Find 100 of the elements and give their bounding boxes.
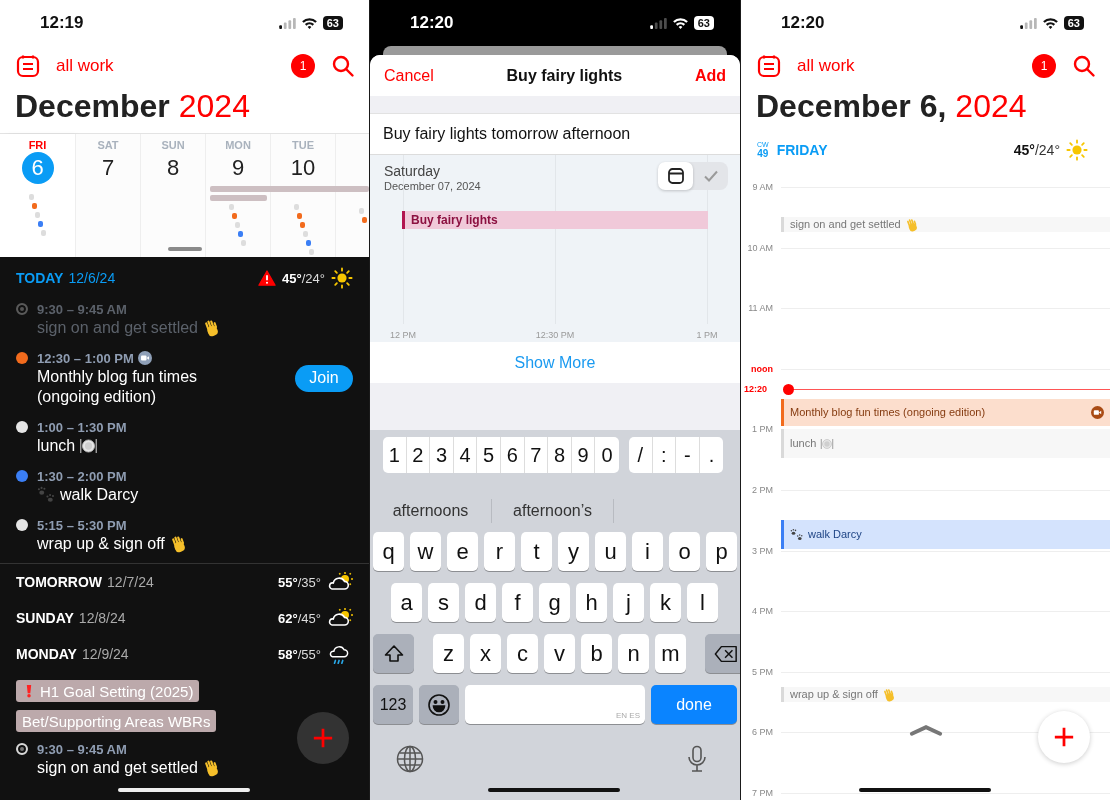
globe-icon[interactable]	[396, 745, 424, 773]
event-block[interactable]: wrap up & sign off	[781, 686, 1110, 703]
preview-date: December 07, 2024	[384, 180, 481, 192]
calendar-set-title[interactable]: all work	[56, 56, 291, 76]
input-field[interactable]: Buy fairy lights tomorrow afternoon	[370, 113, 740, 155]
key[interactable]: b	[581, 634, 612, 673]
key[interactable]: f	[502, 583, 533, 622]
calendar-list-icon[interactable]	[16, 54, 40, 78]
key[interactable]: u	[595, 532, 626, 571]
date-number: 9	[230, 154, 246, 182]
numbers-key[interactable]: 123	[373, 685, 413, 724]
event-mode-segment[interactable]	[658, 162, 693, 190]
key[interactable]: q	[373, 532, 404, 571]
status-time: 12:20	[410, 13, 455, 33]
day-date: 12/6/24	[68, 270, 116, 286]
event-title: lunch	[790, 437, 817, 451]
search-icon[interactable]	[1072, 54, 1096, 78]
event-block[interactable]: sign on and get settled	[781, 217, 1110, 233]
key[interactable]: 0	[595, 437, 619, 473]
delete-key[interactable]	[705, 634, 740, 673]
key[interactable]: y	[558, 532, 589, 571]
key[interactable]: z	[433, 634, 464, 673]
video-call-icon[interactable]	[137, 351, 152, 365]
add-button[interactable]: Add	[694, 66, 726, 85]
date-number: 7	[100, 154, 116, 182]
suggestion[interactable]: afternoon’s	[492, 499, 614, 523]
key[interactable]: d	[465, 583, 496, 622]
wifi-icon	[671, 17, 689, 29]
event-time: 9:30 – 9:45 AM	[37, 741, 127, 757]
date-number: 6	[21, 152, 54, 184]
key[interactable]: 2	[406, 437, 431, 473]
event-title: sign on and get settled	[37, 318, 198, 338]
day-date: 12/9/24	[81, 646, 129, 662]
cancel-button[interactable]: Cancel	[384, 66, 434, 85]
chevron-up-icon[interactable]	[909, 724, 943, 736]
drag-handle[interactable]	[168, 247, 202, 251]
key[interactable]: t	[521, 532, 552, 571]
key[interactable]: -	[676, 437, 700, 473]
key[interactable]: i	[632, 532, 663, 571]
key[interactable]: n	[618, 634, 649, 673]
hour-label: 2 PM	[751, 484, 773, 496]
key[interactable]: k	[650, 583, 681, 622]
notification-badge[interactable]: 1	[1032, 54, 1056, 78]
wifi-icon	[1041, 17, 1059, 29]
key[interactable]: 1	[383, 437, 407, 473]
key[interactable]: j	[613, 583, 644, 622]
key[interactable]: s	[428, 583, 459, 622]
key[interactable]: 5	[477, 437, 501, 473]
signal-icon	[649, 17, 667, 29]
weekday-title: FRIDAY	[776, 142, 828, 158]
suggestion[interactable]: afternoons	[370, 499, 492, 523]
mode-toggle[interactable]	[658, 162, 728, 190]
key[interactable]: o	[669, 532, 700, 571]
key[interactable]: h	[576, 583, 607, 622]
date-number: 8	[165, 154, 181, 182]
key[interactable]: g	[539, 583, 570, 622]
current-time-label: 12:20	[744, 383, 768, 395]
key[interactable]: r	[484, 532, 515, 571]
month-title: December	[15, 88, 170, 126]
key[interactable]: .	[699, 437, 724, 473]
key[interactable]: l	[687, 583, 718, 622]
shift-key[interactable]	[373, 634, 414, 673]
key[interactable]: 7	[524, 437, 549, 473]
status-time: 12:19	[40, 13, 85, 33]
key[interactable]: /	[628, 437, 653, 473]
key[interactable]: :	[652, 437, 677, 473]
event-title: wrap up & sign off	[790, 688, 878, 701]
day-column[interactable]: FRI 6	[0, 134, 75, 257]
event-block[interactable]: Monthly blog fun times (ongoing edition)	[781, 399, 1110, 427]
temperature-range: 58°/55°	[278, 646, 321, 662]
key[interactable]: 4	[453, 437, 478, 473]
notification-badge[interactable]: 1	[291, 54, 315, 78]
key[interactable]: w	[410, 532, 441, 571]
key[interactable]: v	[544, 634, 575, 673]
temperature-range: 45°/24°	[1013, 142, 1060, 158]
key[interactable]: 3	[430, 437, 454, 473]
key[interactable]: e	[447, 532, 478, 571]
calendar-list-icon[interactable]	[757, 54, 781, 78]
temperature-range: 45°/24°	[282, 270, 325, 286]
hour-label: 5 PM	[751, 665, 773, 678]
key[interactable]: 6	[500, 437, 525, 473]
key[interactable]: 9	[571, 437, 596, 473]
search-icon[interactable]	[331, 54, 355, 78]
event-block[interactable]: lunch	[781, 429, 1110, 458]
emoji-key[interactable]	[419, 685, 459, 724]
calendar-set-title[interactable]: all work	[797, 56, 1032, 76]
day-date: 12/8/24	[78, 610, 126, 626]
key[interactable]: p	[706, 532, 737, 571]
battery-level: 63	[693, 16, 714, 30]
done-key[interactable]: done	[651, 685, 737, 724]
key[interactable]: 8	[548, 437, 572, 473]
key[interactable]: x	[470, 634, 501, 673]
add-event-button[interactable]	[1038, 711, 1090, 763]
signal-icon	[278, 17, 296, 29]
event-time: 5:15 – 5:30 PM	[37, 517, 127, 533]
key[interactable]: a	[391, 583, 422, 622]
event-block[interactable]: walk Darcy	[781, 520, 1110, 549]
key[interactable]: c	[507, 634, 538, 673]
weekday-label: TUE	[292, 139, 314, 151]
key[interactable]: m	[655, 634, 686, 673]
